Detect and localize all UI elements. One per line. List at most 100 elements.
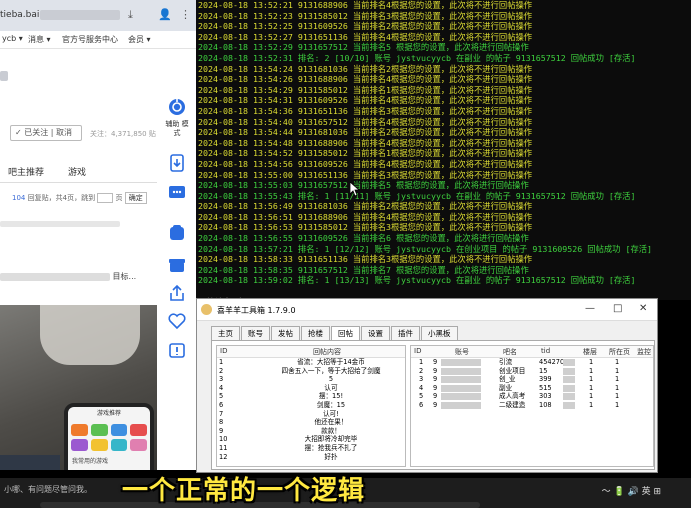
download-toolbar-icon[interactable]: ⤓ <box>128 8 133 22</box>
assistant-hint[interactable]: 小哪、有问题尽管问我。 <box>4 484 92 495</box>
reply-row[interactable]: 7 认可! <box>217 410 405 419</box>
menu-icon[interactable]: ⋮ <box>180 8 191 21</box>
reply-row[interactable]: 11 摆：抢我兵不扎了 <box>217 444 405 453</box>
reply-row[interactable]: 5 摆：15! <box>217 392 405 401</box>
reply-row[interactable]: 10 大招即将冷却完毕 <box>217 435 405 444</box>
col-content[interactable]: 回帖内容 <box>313 347 341 357</box>
tool-tab[interactable]: 主页 <box>211 326 240 340</box>
reply-content-table: ID 回帖内容 1 省流：大招等于14金币 2 四舍五入一下，等于大招给了剑魔 3 5 4 认… <box>216 345 406 467</box>
accessibility-icon[interactable] <box>160 92 194 122</box>
monitor-col-header[interactable]: tid <box>541 347 550 355</box>
toolbox-tabs: 主页 账号 发帖 抢楼 回帖 设置 插件 小黑板 <box>211 326 459 341</box>
reply-row[interactable]: 6 剑魔：15 <box>217 401 405 410</box>
reply-id: 8 <box>219 418 224 427</box>
tab-games[interactable]: 游戏 <box>68 165 86 178</box>
reply-text: 省流：大招等于14金币 <box>297 358 365 366</box>
jump-button[interactable]: 确定 <box>124 192 147 204</box>
monitor-col-header[interactable]: 所在页 <box>609 347 630 357</box>
bookmark-item[interactable]: 消息 ▾ <box>28 34 51 45</box>
reply-row[interactable]: 1 省流：大招等于14金币 <box>217 358 405 367</box>
reply-text: 他还在果！ <box>314 418 348 427</box>
pagination: 104 回复贴，共4页，跳到 页 确定 <box>12 192 147 204</box>
reply-text: 摆：15! <box>318 392 344 401</box>
maximize-button[interactable]: □ <box>613 303 622 314</box>
monitor-col-header[interactable]: 吧名 <box>503 347 517 357</box>
tab-moderator-picks[interactable]: 吧主推荐 <box>8 165 44 178</box>
redacted-account <box>441 401 481 409</box>
bookmark-item[interactable]: 官方号服务中心 <box>62 34 118 45</box>
brand-icon[interactable] <box>160 218 194 248</box>
monitor-cell-tid: 303 <box>539 392 552 401</box>
monitor-cell-tid: 108 <box>539 400 552 409</box>
tool-tab[interactable]: 插件 <box>391 326 420 340</box>
bookmark-item[interactable]: 会员 ▾ <box>128 34 151 45</box>
reply-row[interactable]: 35 <box>217 375 405 384</box>
heart-icon[interactable] <box>160 306 194 336</box>
tool-tab[interactable]: 抢楼 <box>301 326 330 340</box>
col-id[interactable]: ID <box>220 347 227 355</box>
page-input[interactable] <box>97 193 114 203</box>
reply-text: 大招即将冷却完毕 <box>304 435 358 444</box>
minimize-button[interactable]: — <box>585 303 595 314</box>
log-line: 2024-08-18 13:57:21 排名: 1 [12/12] 账号 jys… <box>198 243 653 254</box>
monitor-cell-acct: 9 <box>433 383 438 392</box>
follow-button[interactable]: ✓ 已关注 | 取消 <box>10 125 82 141</box>
video-subtitle: 一个正常的一个逻辑 <box>122 476 366 506</box>
reply-id: 3 <box>219 375 224 384</box>
share-icon[interactable] <box>160 278 194 308</box>
reply-row[interactable]: 4 认可 <box>217 384 405 393</box>
monitor-row[interactable]: 5 9 成人高考 303 1 1 <box>411 392 653 401</box>
log-line: 2024-08-18 13:54:31 9131609526 当前排名4根据您的… <box>198 95 533 106</box>
log-line: 2024-08-18 13:52:27 9131651136 当前排名4根据您的… <box>198 31 533 42</box>
log-line: 2024-08-18 13:52:23 9131585012 当前排名3根据您的… <box>198 10 533 21</box>
reply-id: 12 <box>219 452 228 461</box>
monitor-table: ID 账号 吧名 tid 楼层 所在页 监控 1 9 引流 4542705 1 1 2 9 创业项目 15 1 1… <box>410 345 654 467</box>
redacted-tid <box>563 393 575 401</box>
download-icon[interactable] <box>160 148 194 178</box>
gift-icon[interactable] <box>160 250 194 280</box>
tool-tab[interactable]: 设置 <box>361 326 390 340</box>
profile-icon[interactable]: 👤 <box>158 8 172 21</box>
address-bar-text[interactable]: tieba.bai <box>0 10 39 20</box>
close-button[interactable]: ✕ <box>639 303 647 314</box>
monitor-row[interactable]: 3 9 创_业 399 1 1 <box>411 375 653 384</box>
log-line: 2024-08-18 13:56:49 9131681036 当前排名2根据您的… <box>198 201 533 212</box>
monitor-cell-acct: 9 <box>433 392 438 401</box>
tool-tab[interactable]: 回帖 <box>331 326 360 341</box>
reply-row[interactable]: 8 他还在果！ <box>217 418 405 427</box>
monitor-cell-page: 1 <box>615 400 620 409</box>
tool-tab[interactable]: 小黑板 <box>421 326 458 340</box>
rail-label: 辅助 模式 <box>165 120 189 137</box>
browser-tab-bar: tieba.bai ⤓ 👤 ⋮ <box>0 0 196 31</box>
monitor-col-header[interactable]: ID <box>414 347 421 355</box>
monitor-col-header[interactable]: 监控 <box>637 347 651 357</box>
tool-tab[interactable]: 发帖 <box>271 326 300 340</box>
log-line: 2024-08-18 13:56:53 9131585012 当前排名3根据您的… <box>198 222 533 233</box>
monitor-cell-bar: 创业项目 <box>499 366 526 375</box>
reply-row[interactable]: 2 四舍五入一下，等于大招给了剑魔 <box>217 367 405 376</box>
toolbox-title: 喜羊羊工具箱 1.7.9.0 <box>217 306 296 315</box>
monitor-cell-floor: 1 <box>589 366 594 375</box>
report-icon[interactable] <box>160 336 194 366</box>
log-line: 2024-08-18 13:52:25 9131609526 当前排名2根据您的… <box>198 21 533 32</box>
redacted-tid <box>563 376 575 384</box>
reply-text: 5 <box>328 375 334 384</box>
monitor-col-header[interactable]: 账号 <box>455 347 469 357</box>
monitor-row[interactable]: 1 9 引流 4542705 1 1 <box>411 358 653 367</box>
tool-tab[interactable]: 账号 <box>241 326 270 340</box>
bookmark-item[interactable]: ycb ▾ <box>2 34 23 43</box>
redacted-tid <box>563 384 575 392</box>
monitor-cell-id: 2 <box>419 366 424 375</box>
system-tray[interactable]: 〜 🔋 🔊 英 ⊞ <box>602 484 661 497</box>
chat-icon[interactable] <box>160 178 194 208</box>
post-title-row[interactable]: 目标... <box>0 271 157 282</box>
reply-panel: ID 回帖内容 1 省流：大招等于14金币 2 四舍五入一下，等于大招给了剑魔 3 5 4 认… <box>211 340 655 470</box>
reply-id: 5 <box>219 392 224 401</box>
monitor-cell-acct: 9 <box>433 366 438 375</box>
monitor-row[interactable]: 2 9 创业项目 15 1 1 <box>411 367 653 376</box>
reply-row[interactable]: 12 好扑 <box>217 453 405 462</box>
monitor-row[interactable]: 6 9 二级建造 108 1 1 <box>411 401 653 410</box>
monitor-row[interactable]: 4 9 副业 515 1 1 <box>411 384 653 393</box>
redacted-account <box>441 393 481 401</box>
monitor-col-header[interactable]: 楼层 <box>583 347 597 357</box>
